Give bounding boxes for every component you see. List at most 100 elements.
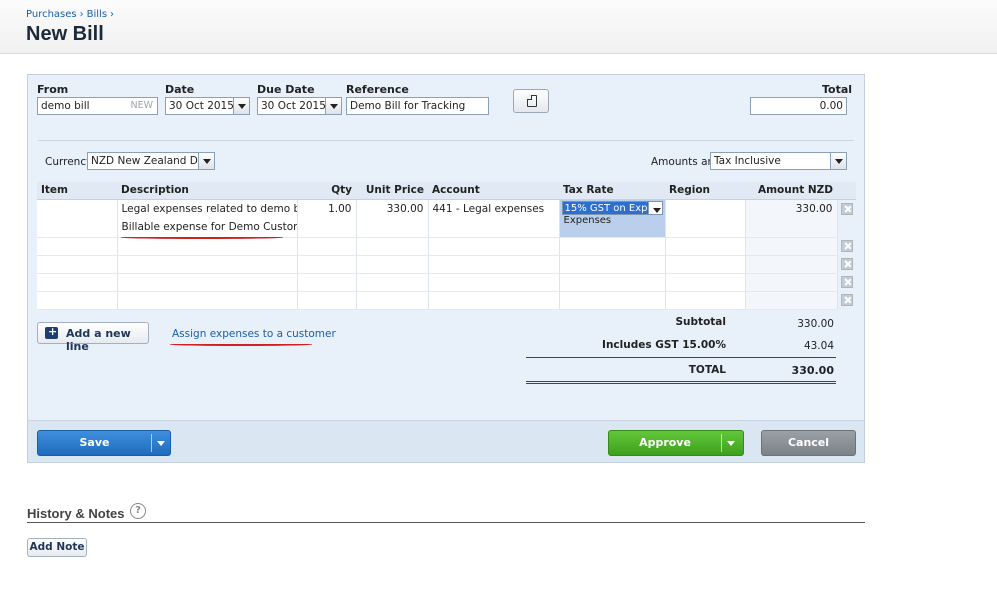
from-field[interactable]: demo bill NEW — [37, 97, 158, 115]
col-region: Region — [665, 182, 745, 200]
approve-dropdown-icon[interactable] — [727, 441, 735, 446]
col-unit-price: Unit Price — [356, 182, 428, 200]
date-label: Date — [165, 83, 195, 96]
approve-label: Approve — [639, 436, 691, 449]
tax-rate-cell[interactable] — [559, 255, 666, 274]
account-cell[interactable] — [428, 273, 560, 292]
unit-price-cell[interactable]: 330.00 — [356, 199, 429, 238]
amount-cell[interactable] — [745, 255, 838, 274]
breadcrumb-separator: › — [110, 9, 115, 20]
save-dropdown-icon[interactable] — [157, 441, 165, 446]
unit-price-cell[interactable] — [356, 255, 429, 274]
col-tax-rate: Tax Rate — [559, 182, 665, 200]
history-notes-title: History & Notes — [27, 506, 125, 521]
total-field[interactable]: 0.00 — [750, 97, 847, 115]
description-note: Billable expense for Demo Customer — [121, 220, 297, 233]
description-cell[interactable] — [117, 273, 298, 292]
description-cell[interactable] — [117, 291, 298, 310]
account-cell[interactable] — [428, 255, 560, 274]
amount-cell[interactable] — [745, 273, 838, 292]
qty-cell[interactable] — [297, 237, 357, 256]
cancel-button[interactable]: Cancel — [761, 430, 856, 456]
item-cell[interactable] — [37, 199, 118, 238]
description-cell[interactable]: Legal expenses related to demo bill Bill… — [117, 199, 298, 238]
currency-select[interactable]: NZD New Zealand Dollar — [87, 152, 215, 170]
date-field[interactable]: 30 Oct 2015 — [165, 97, 250, 115]
copy-document-button[interactable] — [513, 89, 549, 113]
total-row-label: TOTAL — [688, 364, 726, 376]
tax-rate-cell[interactable]: 15% GST on Expenses Expenses — [559, 199, 666, 238]
amounts-are-select[interactable]: Tax Inclusive — [710, 152, 847, 170]
qty-cell[interactable] — [297, 273, 357, 292]
tax-rate-select[interactable]: 15% GST on Expenses — [561, 200, 663, 215]
description-cell[interactable] — [117, 255, 298, 274]
region-cell[interactable] — [665, 199, 746, 238]
delete-row-icon[interactable] — [840, 294, 853, 306]
add-new-line-button[interactable]: Add a new line — [37, 322, 149, 353]
delete-row-icon[interactable] — [840, 240, 853, 252]
table-row — [37, 291, 856, 310]
save-split-divider — [151, 434, 152, 452]
breadcrumb-bills[interactable]: Bills — [87, 9, 107, 20]
region-cell[interactable] — [665, 255, 746, 274]
tax-rate-cell[interactable] — [559, 291, 666, 310]
col-item: Item — [37, 182, 117, 200]
reference-field[interactable]: Demo Bill for Tracking — [346, 97, 489, 115]
account-cell[interactable]: 441 - Legal expenses — [428, 199, 560, 238]
due-date-dropdown-icon[interactable] — [325, 98, 341, 114]
approve-button[interactable]: Approve — [608, 430, 744, 456]
amount-cell[interactable]: 330.00 — [745, 199, 838, 238]
subtotal-label: Subtotal — [675, 316, 727, 328]
from-new-hint: NEW — [130, 100, 153, 111]
unit-price-cell[interactable] — [356, 273, 429, 292]
due-date-label: Due Date — [257, 83, 315, 96]
gst-value: 43.04 — [803, 340, 834, 352]
amount-cell[interactable] — [745, 237, 838, 256]
item-cell[interactable] — [37, 273, 118, 292]
qty-cell[interactable] — [297, 291, 357, 310]
region-cell[interactable] — [665, 237, 746, 256]
add-note-button[interactable]: Add Note — [27, 538, 87, 557]
breadcrumb-purchases[interactable]: Purchases — [26, 9, 77, 20]
bill-form: From demo bill NEW Date 30 Oct 2015 Due … — [27, 74, 865, 463]
save-button[interactable]: Save — [37, 430, 171, 456]
region-cell[interactable] — [665, 291, 746, 310]
delete-row-icon[interactable] — [840, 258, 853, 270]
delete-row-icon[interactable] — [840, 276, 853, 288]
item-cell[interactable] — [37, 255, 118, 274]
tax-rate-option[interactable]: Expenses — [562, 215, 663, 226]
date-dropdown-icon[interactable] — [233, 98, 249, 114]
assign-expenses-link[interactable]: Assign expenses to a customer — [172, 328, 336, 340]
currency-value: NZD New Zealand Dollar — [91, 155, 215, 167]
line-items-table: Item Description Qty Unit Price Account … — [37, 182, 856, 310]
qty-cell[interactable]: 1.00 — [297, 199, 357, 238]
col-account: Account — [428, 182, 559, 200]
due-date-field[interactable]: 30 Oct 2015 — [257, 97, 342, 115]
table-row — [37, 237, 856, 256]
table-header-row: Item Description Qty Unit Price Account … — [37, 182, 856, 200]
tax-rate-dropdown-icon[interactable] — [647, 201, 662, 214]
help-icon[interactable]: ? — [130, 503, 146, 519]
unit-price-cell[interactable] — [356, 237, 429, 256]
document-icon — [527, 95, 537, 107]
item-cell[interactable] — [37, 237, 118, 256]
amounts-are-dropdown-icon[interactable] — [830, 153, 846, 169]
unit-price-cell[interactable] — [356, 291, 429, 310]
item-cell[interactable] — [37, 291, 118, 310]
currency-dropdown-icon[interactable] — [198, 153, 214, 169]
delete-row-icon[interactable] — [840, 202, 853, 215]
from-value: demo bill — [41, 100, 90, 112]
account-cell[interactable] — [428, 291, 560, 310]
amount-cell[interactable] — [745, 291, 838, 310]
total-label: Total — [822, 83, 853, 96]
region-cell[interactable] — [665, 273, 746, 292]
account-cell[interactable] — [428, 237, 560, 256]
tax-rate-cell[interactable] — [559, 273, 666, 292]
total-value: 0.00 — [819, 100, 843, 112]
qty-cell[interactable] — [297, 255, 357, 274]
col-qty: Qty — [297, 182, 356, 200]
tax-rate-cell[interactable] — [559, 237, 666, 256]
gst-label: Includes GST 15.00% — [602, 339, 726, 351]
col-description: Description — [117, 182, 297, 200]
description-cell[interactable] — [117, 237, 298, 256]
